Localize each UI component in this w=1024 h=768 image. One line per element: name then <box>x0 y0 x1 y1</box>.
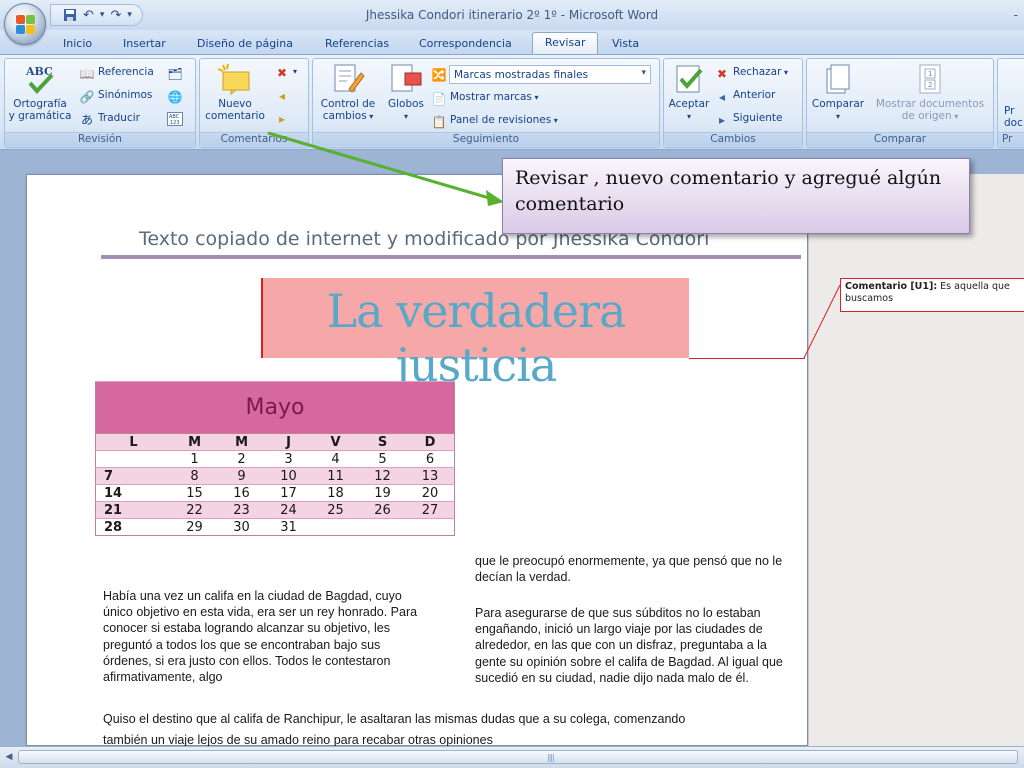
scroll-left-icon[interactable]: ◀ <box>2 750 16 764</box>
arrow-line <box>267 131 497 202</box>
scrollbar-thumb[interactable]: |||| <box>18 750 1018 764</box>
callout-box: Revisar , nuevo comentario y agregué alg… <box>502 158 970 234</box>
horizontal-scrollbar[interactable]: ◀ |||| <box>0 746 1024 768</box>
annotation-arrow <box>267 131 504 206</box>
office-button[interactable] <box>4 3 46 45</box>
office-logo-icon <box>16 15 36 35</box>
scrollbar-grip-icon: |||| <box>547 753 555 762</box>
